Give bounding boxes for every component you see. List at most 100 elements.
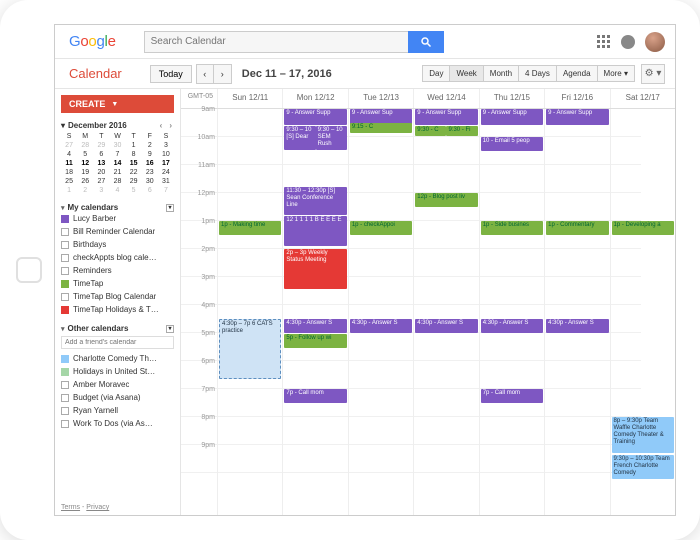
calendar-item[interactable]: Holidays in United St… — [61, 365, 174, 378]
mini-day[interactable]: 10 — [158, 150, 174, 159]
section-menu-icon[interactable]: ▾ — [166, 204, 174, 212]
mini-day[interactable]: 2 — [142, 141, 158, 150]
mini-day[interactable]: 18 — [61, 168, 77, 177]
mini-day[interactable]: 11 — [61, 159, 77, 168]
google-logo[interactable]: Google — [69, 33, 116, 50]
notifications-icon[interactable] — [621, 35, 635, 49]
calendar-event[interactable]: 8p – 9:30p Team Waffle Charlotte Comedy … — [612, 417, 674, 453]
mini-day[interactable]: 2 — [77, 186, 93, 195]
calendar-event[interactable]: 9 - Answer Supp — [546, 109, 608, 125]
privacy-link[interactable]: Privacy — [86, 504, 109, 511]
mini-day[interactable]: 30 — [142, 177, 158, 186]
mini-day[interactable]: 3 — [93, 186, 109, 195]
calendar-item[interactable]: Reminders — [61, 264, 174, 277]
mini-day[interactable]: 5 — [77, 150, 93, 159]
calendar-event[interactable]: 4:30p - Answer S — [350, 319, 412, 333]
today-button[interactable]: Today — [150, 65, 192, 83]
mini-day[interactable]: 30 — [109, 141, 125, 150]
calendar-item[interactable]: TimeTap — [61, 277, 174, 290]
calendar-event[interactable]: 9:30 – 10 [S] Dear — [284, 126, 315, 150]
search-button[interactable] — [408, 31, 444, 53]
mini-day[interactable]: 23 — [142, 168, 158, 177]
mini-day[interactable]: 29 — [93, 141, 109, 150]
mini-day[interactable]: 31 — [158, 177, 174, 186]
calendar-item[interactable]: TimeTap Blog Calendar — [61, 290, 174, 303]
mini-day[interactable]: 7 — [158, 186, 174, 195]
day-column[interactable]: 1p - Making time4:30p – 7p 6 CATS practi… — [217, 109, 282, 515]
calendar-event[interactable]: 9 - Answer Supp — [415, 109, 477, 125]
calendar-event[interactable]: 4:30p - Answer S — [415, 319, 477, 333]
calendar-event[interactable]: 7p - Call mom — [284, 389, 346, 403]
mini-day[interactable]: 5 — [126, 186, 142, 195]
calendar-event[interactable]: 4:30p - Answer S — [481, 319, 543, 333]
calendar-event[interactable]: 7p - Call mom — [481, 389, 543, 403]
day-column[interactable]: 1p - Developing a 8p – 9:30p Team Waffle … — [610, 109, 675, 515]
mini-day[interactable]: 3 — [158, 141, 174, 150]
prev-button[interactable]: ‹ — [196, 64, 214, 84]
mini-day[interactable]: 27 — [61, 141, 77, 150]
calendar-event[interactable]: 9:30 - C — [415, 126, 446, 136]
calendar-event[interactable]: 9:15 - C — [350, 123, 412, 133]
mini-day[interactable]: 1 — [61, 186, 77, 195]
calendar-event[interactable]: 12 1 1 1 1 B E E E E — [284, 216, 346, 246]
calendar-item[interactable]: checkAppts blog cale… — [61, 251, 174, 264]
add-calendar-input[interactable] — [61, 336, 174, 349]
mini-day[interactable]: 7 — [109, 150, 125, 159]
day-column[interactable]: 9 - Answer Supp9:30 – 10 [S] Dear9:30 – … — [282, 109, 347, 515]
calendar-event[interactable]: 9 - Answer Supp — [284, 109, 346, 125]
mini-day[interactable]: 24 — [158, 168, 174, 177]
day-column[interactable]: 9 - Answer Supp 10 - Email 5 peop 1p - Sid… — [479, 109, 544, 515]
calendar-event[interactable]: 9:30p – 10:30p Team French Charlotte Com… — [612, 455, 674, 479]
mini-next[interactable]: › — [167, 121, 174, 130]
calendar-item[interactable]: TimeTap Holidays & T… — [61, 303, 174, 316]
calendar-item[interactable]: Work To Dos (via As… — [61, 417, 174, 430]
calendar-event[interactable]: 11:30 – 12:30p [S] Sean Conference Line — [284, 187, 346, 215]
mini-day[interactable]: 13 — [93, 159, 109, 168]
apps-icon[interactable] — [597, 35, 611, 49]
mini-day[interactable]: 28 — [109, 177, 125, 186]
calendar-event[interactable]: 2p – 3p Weekly Status Meeting — [284, 249, 346, 289]
calendar-event[interactable]: 4:30p - Answer S — [284, 319, 346, 333]
mini-prev[interactable]: ‹ — [158, 121, 165, 130]
mini-day[interactable]: 29 — [126, 177, 142, 186]
mini-day[interactable]: 28 — [77, 141, 93, 150]
calendar-event[interactable]: 9:30 – 10 SEM Rush — [316, 126, 347, 150]
day-column[interactable]: 9 - Answer Supp9:30 - C9:30 - Fi 12p - Bl… — [413, 109, 478, 515]
view-4days[interactable]: 4 Days — [519, 65, 557, 82]
tablet-home-button[interactable] — [16, 257, 42, 283]
mini-day[interactable]: 9 — [142, 150, 158, 159]
calendar-item[interactable]: Budget (via Asana) — [61, 391, 174, 404]
calendar-event[interactable]: 9 - Answer Supp — [481, 109, 543, 125]
view-week[interactable]: Week — [450, 65, 483, 82]
mini-day[interactable]: 25 — [61, 177, 77, 186]
day-column[interactable]: 9 - Answer Sup9:15 - C1p - checkAppoi4:3… — [348, 109, 413, 515]
mini-day[interactable]: 19 — [77, 168, 93, 177]
more-button[interactable]: More ▾ — [598, 65, 635, 82]
avatar[interactable] — [645, 32, 665, 52]
calendar-item[interactable]: Charlotte Comedy Th… — [61, 352, 174, 365]
mini-day[interactable]: 20 — [93, 168, 109, 177]
mini-day[interactable]: 12 — [77, 159, 93, 168]
mini-day[interactable]: 8 — [126, 150, 142, 159]
mini-day[interactable]: 1 — [126, 141, 142, 150]
calendar-event[interactable]: 4:30p – 7p 6 CATS practice — [219, 319, 281, 379]
mini-day[interactable]: 15 — [126, 159, 142, 168]
calendar-event[interactable]: 1p - Developing a — [612, 221, 674, 235]
section-menu-icon[interactable]: ▾ — [166, 325, 174, 333]
mini-day[interactable]: 22 — [126, 168, 142, 177]
mini-day[interactable]: 6 — [142, 186, 158, 195]
calendar-event[interactable]: 9:30 - Fi — [446, 126, 477, 136]
mini-day[interactable]: 26 — [77, 177, 93, 186]
settings-button[interactable]: ⚙ ▾ — [641, 64, 665, 84]
calendar-event[interactable]: 10 - Email 5 peop — [481, 137, 543, 151]
search-input[interactable] — [144, 31, 408, 53]
mini-day[interactable]: 27 — [93, 177, 109, 186]
mini-day[interactable]: 21 — [109, 168, 125, 177]
calendar-event[interactable]: 1p - Side busines — [481, 221, 543, 235]
next-button[interactable]: › — [214, 64, 232, 84]
calendar-item[interactable]: Amber Moravec — [61, 378, 174, 391]
terms-link[interactable]: Terms — [61, 504, 80, 511]
calendar-event[interactable]: 5p - Follow up wi — [284, 334, 346, 348]
calendar-event[interactable]: 12p - Blog post liv — [415, 193, 477, 207]
mini-day[interactable]: 4 — [109, 186, 125, 195]
